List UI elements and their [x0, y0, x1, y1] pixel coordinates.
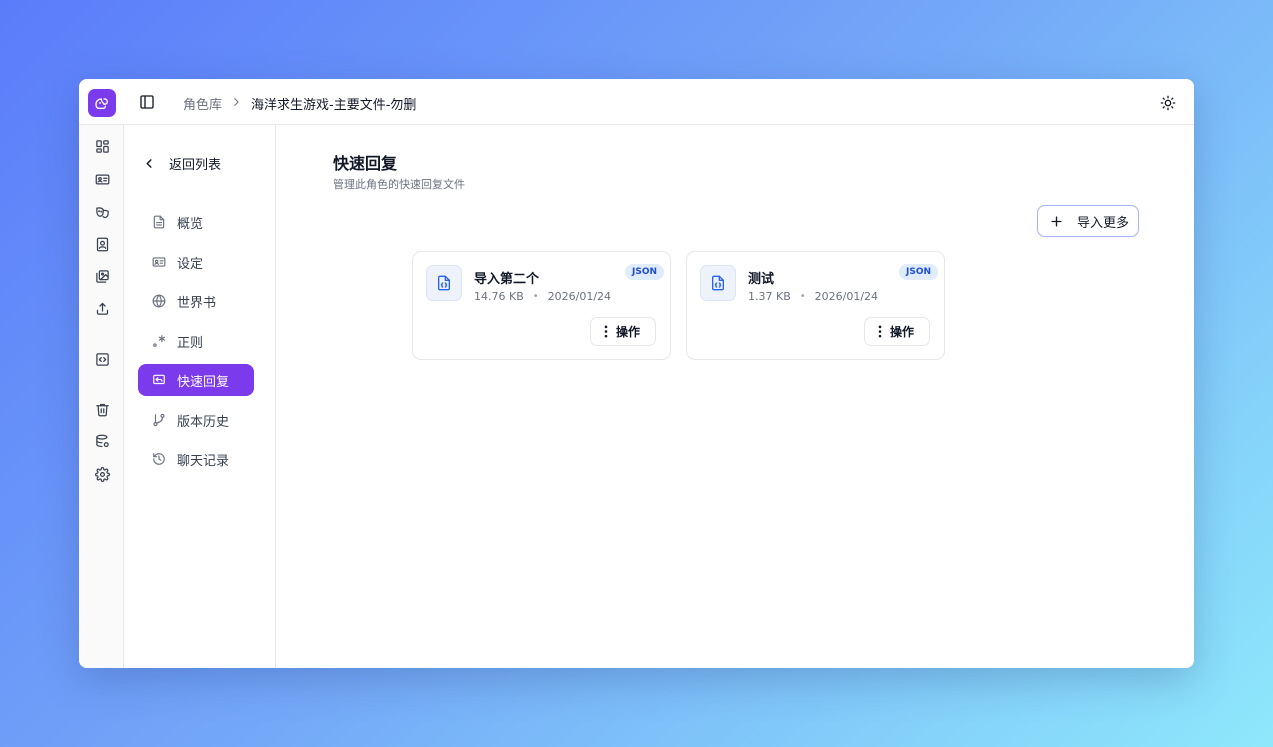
dashboard-icon[interactable]	[94, 138, 110, 154]
sidebar-toggle-icon[interactable]	[139, 94, 155, 110]
character-nav: 返回列表 概览 设定 世界书 正则 快速回复 版本历史 聊天记录	[124, 125, 276, 668]
top-bar: 角色库 海洋求生游戏-主要文件-勿删	[79, 79, 1194, 125]
nav-item-worldbook[interactable]: 世界书	[138, 285, 254, 317]
id-card-icon	[152, 257, 166, 267]
more-vertical-icon	[878, 325, 882, 338]
nav-item-settings[interactable]: 设定	[138, 246, 254, 278]
nav-item-label: 世界书	[177, 295, 217, 311]
file-actions-label: 操作	[616, 325, 641, 339]
icon-rail	[79, 125, 124, 668]
sun-icon[interactable]	[1160, 95, 1176, 111]
file-actions-label: 操作	[890, 325, 915, 339]
history-icon	[153, 453, 165, 465]
git-branch-icon	[153, 413, 165, 427]
document-icon	[153, 215, 165, 229]
breadcrumb-current: 海洋求生游戏-主要文件-勿删	[251, 98, 417, 113]
file-name: 测试	[748, 272, 775, 287]
squirrel-logo-icon	[95, 98, 108, 109]
gear-icon[interactable]	[94, 466, 110, 482]
json-file-icon	[426, 265, 462, 301]
page-title: 快速回复	[333, 154, 398, 173]
regex-icon	[153, 335, 166, 347]
file-size: 14.76 KB	[474, 290, 524, 303]
chevron-left-icon	[146, 158, 152, 168]
meta-separator: •	[532, 291, 539, 302]
breadcrumb-root[interactable]: 角色库	[183, 94, 222, 113]
message-reply-icon	[153, 374, 165, 385]
file-date: 2026/01/24	[814, 290, 879, 303]
nav-item-version-history[interactable]: 版本历史	[138, 404, 254, 436]
code-file-icon[interactable]	[94, 351, 110, 367]
file-type-badge: JSON	[898, 264, 938, 280]
file-size: 1.37 KB	[748, 290, 791, 303]
file-date: 2026/01/24	[547, 290, 612, 303]
meta-separator: •	[799, 291, 806, 302]
file-meta: 1.37 KB • 2026/01/24	[748, 290, 878, 303]
app-window: 角色库 海洋求生游戏-主要文件-勿删 返回列表 概览 设定 世界书 正则 快速回…	[79, 79, 1194, 668]
nav-item-regex[interactable]: 正则	[138, 325, 254, 357]
nav-item-chat-history[interactable]: 聊天记录	[138, 443, 254, 475]
id-card-icon[interactable]	[94, 171, 110, 187]
masks-icon[interactable]	[94, 204, 110, 220]
back-label: 返回列表	[169, 157, 222, 173]
database-settings-icon[interactable]	[94, 433, 110, 449]
nav-item-quick-reply[interactable]: 快速回复	[138, 364, 254, 396]
nav-item-label: 版本历史	[177, 414, 230, 430]
import-more-button[interactable]: 导入更多	[1037, 205, 1139, 237]
chevron-right-icon	[234, 98, 239, 106]
nav-item-label: 正则	[177, 335, 204, 351]
import-more-label: 导入更多	[1077, 215, 1130, 231]
file-card[interactable]: 测试 1.37 KB • 2026/01/24 JSON 操作	[686, 251, 945, 360]
file-meta: 14.76 KB • 2026/01/24	[474, 290, 611, 303]
plus-icon	[1051, 215, 1062, 227]
more-vertical-icon	[604, 325, 608, 338]
nav-item-label: 概览	[177, 216, 204, 232]
app-logo[interactable]	[88, 89, 116, 117]
page-subtitle: 管理此角色的快速回复文件	[333, 178, 465, 191]
images-icon[interactable]	[94, 268, 110, 284]
trash-icon[interactable]	[94, 401, 110, 417]
upload-icon[interactable]	[94, 300, 110, 316]
main-content: 快速回复 管理此角色的快速回复文件 导入更多 导入第二个 14.76 KB • …	[276, 125, 1194, 668]
nav-item-label: 设定	[177, 256, 204, 272]
nav-item-label: 聊天记录	[177, 453, 230, 469]
nav-item-label: 快速回复	[177, 374, 230, 390]
back-to-list-link[interactable]: 返回列表	[144, 153, 221, 173]
file-card[interactable]: 导入第二个 14.76 KB • 2026/01/24 JSON 操作	[412, 251, 671, 360]
globe-icon	[152, 294, 166, 308]
file-name: 导入第二个	[474, 272, 540, 287]
file-actions-button[interactable]: 操作	[864, 317, 930, 346]
json-file-icon	[700, 265, 736, 301]
nav-item-overview[interactable]: 概览	[138, 206, 254, 238]
contact-book-icon[interactable]	[94, 236, 110, 252]
file-actions-button[interactable]: 操作	[590, 317, 656, 346]
file-type-badge: JSON	[624, 264, 664, 280]
